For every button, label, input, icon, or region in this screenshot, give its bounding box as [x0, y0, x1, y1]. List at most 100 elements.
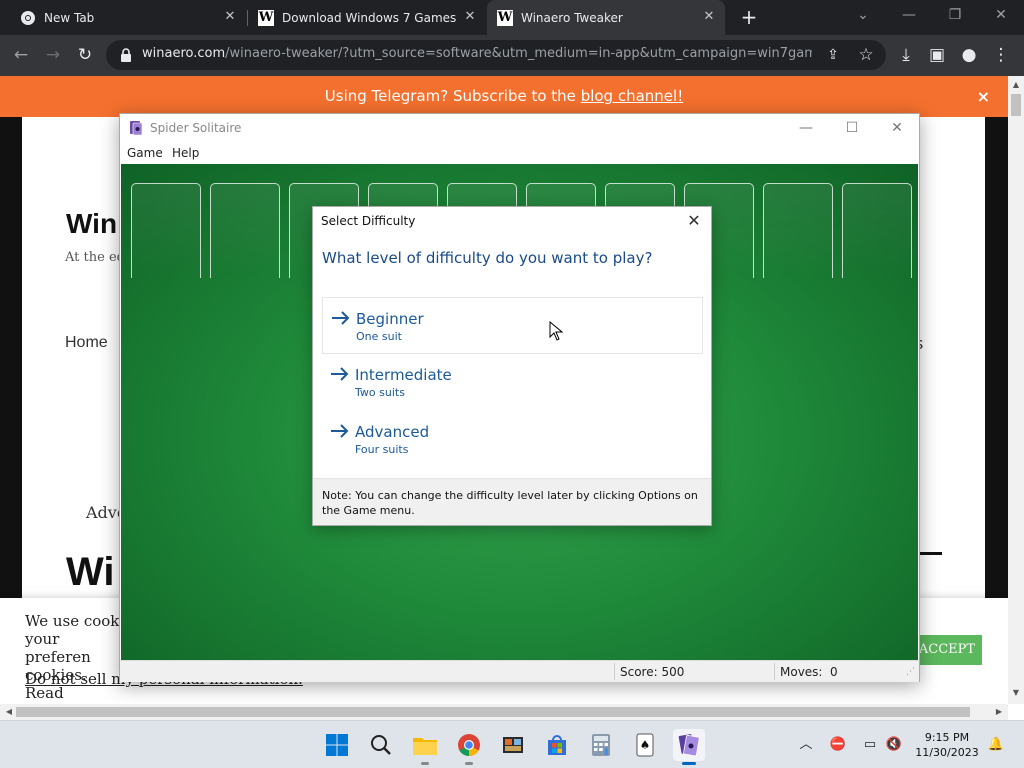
winaero-w-icon: W	[258, 9, 274, 26]
banner-link[interactable]: blog channel!	[581, 87, 684, 105]
tab-search-icon[interactable]: ⌄	[840, 0, 886, 30]
spider-solitaire-taskbar-button[interactable]	[673, 729, 705, 765]
close-tab-icon[interactable]: ✕	[222, 9, 238, 25]
site-title[interactable]: Win	[66, 208, 117, 240]
resize-grip-icon[interactable]: ⋰	[906, 667, 915, 677]
solitaire-collection-button[interactable]: ♠	[629, 729, 661, 761]
chrome-icon	[458, 734, 480, 756]
file-explorer-button[interactable]	[409, 729, 441, 765]
show-hidden-icons-chevron-icon[interactable]: ︿	[796, 735, 816, 755]
moves-value: 0	[830, 665, 838, 679]
search-button[interactable]	[365, 729, 397, 761]
option-advanced[interactable]: Advanced Four suits	[322, 411, 703, 468]
url-host: winaero.com	[142, 46, 226, 61]
close-tab-icon[interactable]: ✕	[701, 9, 717, 25]
back-arrow-icon[interactable]: ←	[10, 44, 32, 66]
nav-home-link[interactable]: Home	[65, 334, 108, 352]
vertical-scrollbar[interactable]: ▲ ▼	[1008, 76, 1024, 704]
option-subtitle: Four suits	[355, 443, 409, 456]
share-icon[interactable]: ⇪	[822, 44, 844, 66]
restore-button[interactable]: ❐	[932, 0, 978, 30]
cookie-text: We use cooki your preferen cookies. Read	[25, 612, 125, 702]
telegram-banner: Using Telegram? Subscribe to the blog ch…	[0, 76, 1008, 117]
dialog-note: Note: You can change the difficulty leve…	[313, 478, 711, 525]
forward-arrow-icon[interactable]: →	[42, 44, 64, 66]
store-app-button[interactable]	[541, 729, 573, 761]
article-title: Wi	[66, 550, 115, 594]
lock-icon	[121, 48, 131, 62]
spider-solitaire-icon	[678, 734, 700, 757]
solitaire-title: Spider Solitaire	[150, 121, 242, 135]
scroll-left-arrow-icon[interactable]: ◀	[2, 704, 16, 720]
dialog-title: Select Difficulty	[321, 214, 416, 228]
tab-new-tab[interactable]: New Tab ✕	[0, 0, 246, 35]
svg-text:♠: ♠	[640, 738, 651, 752]
dialog-close-button[interactable]: ✕	[683, 210, 705, 232]
option-intermediate[interactable]: Intermediate Two suits	[322, 354, 703, 411]
solitaire-title-bar[interactable]: Spider Solitaire — ☐ ✕	[120, 114, 919, 142]
card-spade-icon: ♠	[636, 733, 654, 757]
store-icon	[548, 735, 566, 755]
close-tab-icon[interactable]: ✕	[462, 9, 478, 25]
horizontal-scroll-thumb[interactable]	[16, 707, 970, 717]
menu-game[interactable]: Game	[127, 146, 163, 160]
minimize-button[interactable]: —	[886, 0, 932, 30]
solitaire-status-bar: Score: 500 Moves: 0 ⋰	[120, 660, 919, 682]
scroll-down-arrow-icon[interactable]: ▼	[1008, 686, 1024, 700]
menu-kebab-icon[interactable]: ⋮	[990, 44, 1012, 66]
card-slot[interactable]	[842, 183, 912, 278]
solitaire-minimize-button[interactable]: —	[783, 114, 829, 142]
solitaire-maximize-button[interactable]: ☐	[829, 114, 875, 142]
solitaire-menu-bar: Game Help	[120, 142, 919, 164]
close-window-button[interactable]: ✕	[978, 0, 1024, 30]
running-indicator	[465, 762, 473, 765]
option-beginner[interactable]: Beginner One suit	[322, 297, 703, 354]
search-icon	[371, 735, 391, 755]
calculator-app-button[interactable]	[585, 729, 617, 761]
reload-icon[interactable]: ↻	[74, 44, 96, 66]
notification-bell-icon[interactable]: 🔔	[986, 735, 1006, 755]
tab-title: Download Windows 7 Games fo	[282, 10, 458, 25]
vertical-scroll-thumb[interactable]	[1011, 94, 1021, 116]
gallery-icon	[503, 737, 523, 753]
photos-app-button[interactable]	[497, 729, 529, 761]
clock-date: 11/30/2023	[915, 746, 979, 759]
chrome-taskbar-button[interactable]	[453, 729, 485, 765]
winaero-w-icon: W	[497, 9, 513, 26]
card-slot[interactable]	[763, 183, 833, 278]
tab-download-games[interactable]: W Download Windows 7 Games fo ✕	[248, 0, 486, 35]
accept-cookies-button[interactable]: ACCEPT	[912, 635, 982, 665]
scroll-right-arrow-icon[interactable]: ▶	[992, 704, 1006, 720]
option-subtitle: Two suits	[355, 386, 405, 399]
card-slot[interactable]	[131, 183, 201, 278]
solitaire-close-button[interactable]: ✕	[874, 114, 920, 142]
download-icon[interactable]: ⤓	[895, 44, 917, 66]
chrome-icon	[21, 10, 35, 25]
system-clock[interactable]: 9:15 PM 11/30/2023	[912, 730, 982, 760]
start-button[interactable]	[321, 729, 353, 761]
network-icon[interactable]: ⛔	[828, 735, 848, 755]
volume-muted-icon[interactable]: 🔇	[884, 735, 904, 755]
new-tab-button[interactable]: +	[738, 6, 760, 28]
scroll-up-arrow-icon[interactable]: ▲	[1008, 78, 1024, 92]
calculator-icon	[592, 734, 610, 756]
option-name: Advanced	[355, 423, 430, 441]
tab-winaero-tweaker[interactable]: W Winaero Tweaker ✕	[487, 0, 725, 35]
status-divider	[774, 663, 775, 680]
browser-toolbar: ← → ↻ winaero.com/winaero-tweaker/?utm_s…	[0, 35, 1024, 76]
bookmark-star-icon[interactable]: ☆	[855, 44, 877, 66]
menu-help[interactable]: Help	[172, 146, 199, 160]
profile-icon[interactable]: ●	[958, 44, 980, 66]
side-panel-icon[interactable]: ▣	[926, 44, 948, 66]
folder-icon	[413, 738, 437, 755]
banner-close-icon[interactable]: ×	[977, 76, 990, 117]
address-bar[interactable]: winaero.com/winaero-tweaker/?utm_source=…	[106, 40, 886, 70]
select-difficulty-dialog: Select Difficulty ✕ What level of diffic…	[312, 206, 712, 526]
dialog-question: What level of difficulty do you want to …	[322, 249, 653, 267]
windows-logo-icon	[326, 734, 348, 756]
horizontal-scrollbar[interactable]: ◀ ▶	[0, 704, 1008, 720]
windows-taskbar: ♠ ︿ ⛔ ▭ 🔇 9:15 PM 11/30/2023 🔔	[0, 720, 1024, 768]
display-icon[interactable]: ▭	[860, 735, 880, 755]
card-slot[interactable]	[210, 183, 280, 278]
arrow-right-icon	[331, 367, 349, 381]
